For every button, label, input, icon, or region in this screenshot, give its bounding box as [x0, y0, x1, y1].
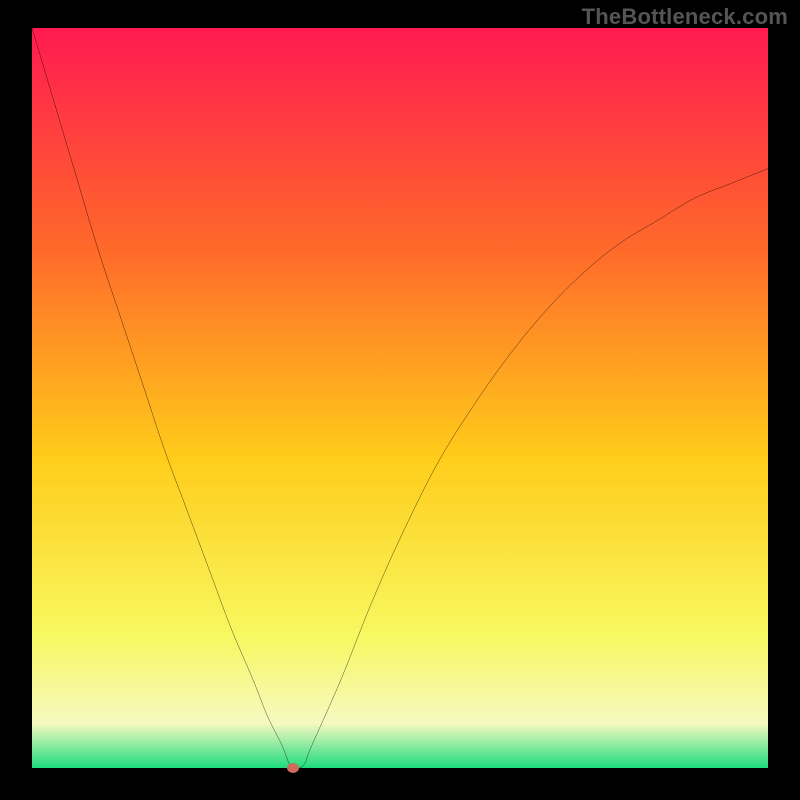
- chart-container: TheBottleneck.com: [0, 0, 800, 800]
- watermark-text: TheBottleneck.com: [582, 4, 788, 30]
- minimum-marker: [287, 763, 299, 773]
- bottleneck-curve: [32, 28, 768, 768]
- plot-area: [32, 28, 768, 768]
